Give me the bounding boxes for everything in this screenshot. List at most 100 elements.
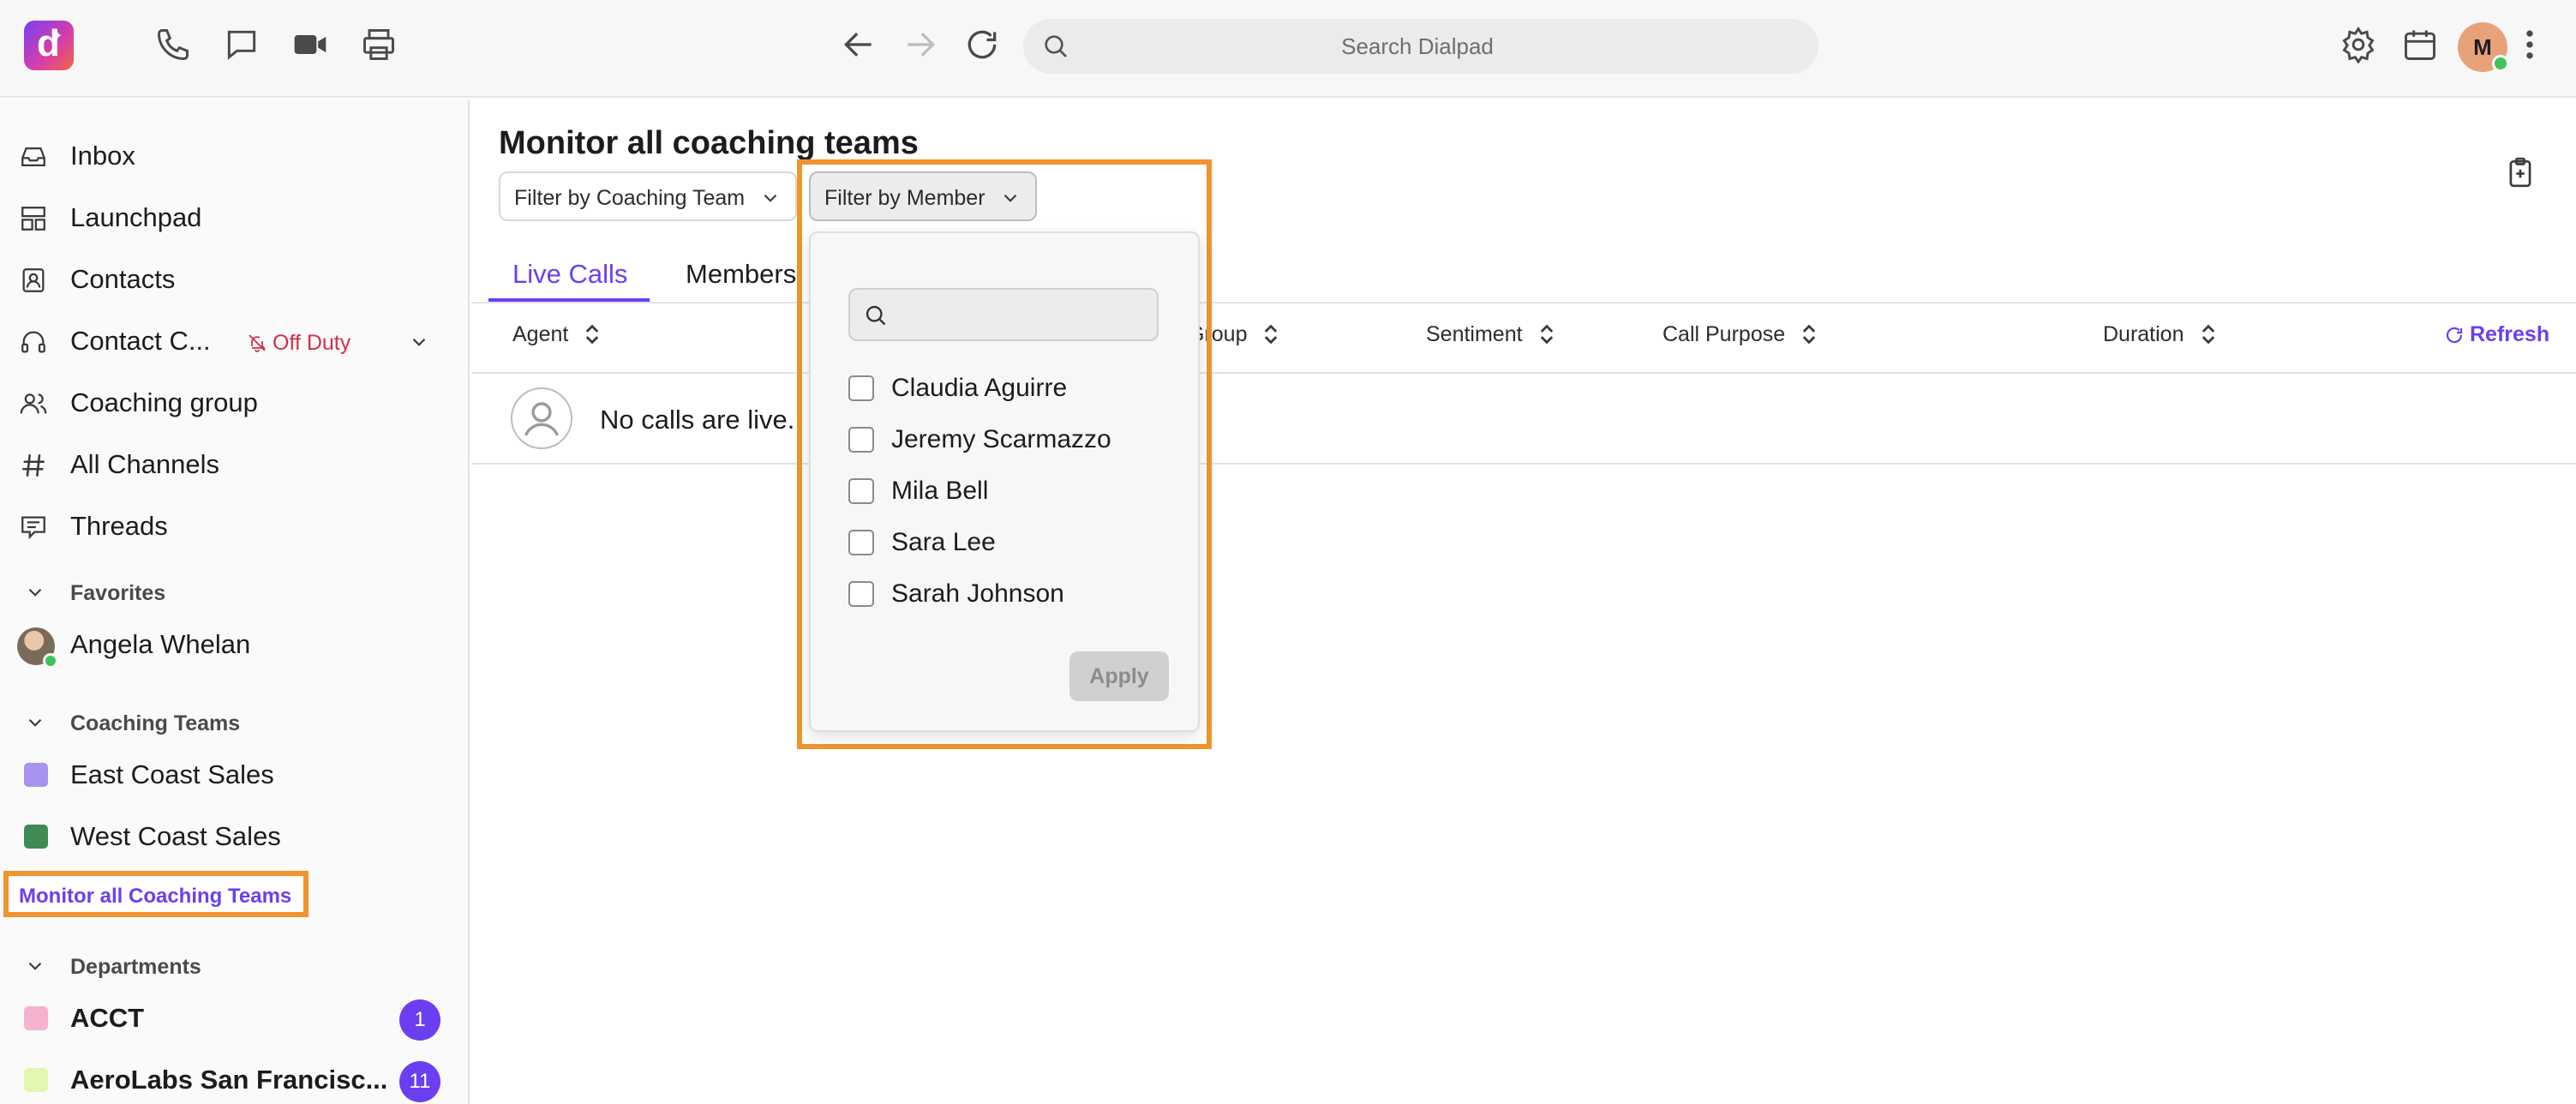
top-bar: d ✦ M: [0, 0, 2576, 98]
launchpad-icon: [19, 204, 48, 233]
member-checkbox[interactable]: [848, 530, 874, 555]
team-label: East Coast Sales: [70, 759, 274, 789]
inbox-icon: [19, 142, 48, 171]
member-checkbox[interactable]: [848, 375, 874, 401]
global-search[interactable]: [1023, 19, 1818, 74]
team-color-swatch: [24, 763, 48, 787]
chevron-down-icon: [24, 955, 46, 977]
off-duty-status[interactable]: Off Duty: [247, 331, 350, 356]
department-color-swatch: [24, 1006, 48, 1030]
sidebar-item-label: All Channels: [70, 449, 220, 479]
page-title: Monitor all coaching teams: [499, 125, 919, 161]
section-header-label: Coaching Teams: [70, 711, 241, 735]
headset-icon: [19, 327, 48, 357]
contacts-icon: [19, 266, 48, 295]
online-status-dot: [43, 653, 58, 669]
filter-by-coaching-team-button[interactable]: Filter by Coaching Team: [499, 171, 797, 221]
unread-count-badge: 1: [399, 999, 440, 1041]
monitor-all-coaching-teams-link[interactable]: Monitor all Coaching Teams: [3, 871, 309, 917]
apply-button[interactable]: Apply: [1069, 651, 1169, 701]
column-header-duration[interactable]: Duration: [2103, 322, 2217, 347]
chevron-down-icon: [759, 187, 782, 209]
column-header-label: Agent: [512, 322, 569, 346]
more-vertical-icon[interactable]: [2519, 26, 2540, 67]
empty-user-icon: [511, 387, 572, 449]
empty-state-message: No calls are live.: [600, 405, 795, 435]
member-option-claudia-aguirre[interactable]: Claudia Aguirre: [848, 365, 1157, 408]
favorite-item-angela-whelan[interactable]: Angela Whelan: [0, 617, 468, 672]
department-label: ACCT: [70, 1003, 145, 1033]
settings-gear-icon[interactable]: [2339, 26, 2381, 67]
video-icon[interactable]: [291, 26, 332, 67]
sidebar-item-launchpad[interactable]: Launchpad: [0, 190, 468, 245]
member-option-sara-lee[interactable]: Sara Lee: [848, 519, 1157, 562]
member-option-sarah-johnson[interactable]: Sarah Johnson: [848, 571, 1157, 614]
message-icon[interactable]: [223, 26, 264, 67]
column-header-label: Sentiment: [1426, 322, 1523, 346]
sidebar-item-label: Inbox: [70, 141, 135, 171]
member-name: Claudia Aguirre: [891, 374, 1068, 402]
member-option-mila-bell[interactable]: Mila Bell: [848, 468, 1157, 511]
refresh-button[interactable]: Refresh: [2444, 322, 2549, 347]
departments-section-header[interactable]: Departments: [0, 946, 468, 987]
back-arrow-icon[interactable]: [840, 26, 881, 67]
sidebar-item-inbox[interactable]: Inbox: [0, 129, 468, 183]
chevron-down-icon[interactable]: [408, 331, 430, 353]
department-acct[interactable]: ACCT 1: [0, 991, 468, 1046]
member-checkbox[interactable]: [848, 478, 874, 504]
online-status-dot: [2492, 55, 2509, 72]
sidebar-item-contacts[interactable]: Contacts: [0, 252, 468, 307]
column-header-call-purpose[interactable]: Call Purpose: [1662, 322, 1818, 347]
refresh-icon: [2446, 327, 2463, 344]
section-header-label: Favorites: [70, 581, 166, 605]
sidebar-item-coaching-group[interactable]: Coaching group: [0, 375, 468, 430]
tab-members[interactable]: Members: [677, 249, 814, 302]
member-checkbox[interactable]: [848, 427, 874, 453]
coaching-teams-section-header[interactable]: Coaching Teams: [0, 703, 468, 744]
member-name: Mila Bell: [891, 477, 989, 505]
search-input[interactable]: [1083, 19, 1752, 74]
favorite-label: Angela Whelan: [70, 629, 251, 659]
tab-label: Members: [686, 259, 797, 289]
dialpad-logo[interactable]: d ✦: [24, 21, 74, 70]
off-duty-label: Off Duty: [273, 331, 351, 355]
table-header-divider: [471, 372, 2576, 374]
calendar-icon[interactable]: [2401, 26, 2442, 67]
sidebar-item-all-channels[interactable]: All Channels: [0, 437, 468, 492]
coaching-team-east-coast-sales[interactable]: East Coast Sales: [0, 747, 468, 802]
phone-icon[interactable]: [154, 26, 195, 67]
member-option-jeremy-scarmazzo[interactable]: Jeremy Scarmazzo: [848, 417, 1157, 459]
member-name: Sara Lee: [891, 528, 996, 556]
forward-arrow-icon[interactable]: [902, 26, 943, 67]
print-icon[interactable]: [360, 26, 401, 67]
filter-button-label: Filter by Coaching Team: [514, 186, 746, 210]
bell-off-icon: [249, 334, 267, 352]
chevron-down-icon: [24, 711, 46, 734]
sort-icon: [2202, 324, 2214, 345]
column-header-sentiment[interactable]: Sentiment: [1426, 322, 1555, 347]
department-aerolabs[interactable]: AeroLabs San Francisc... 11: [0, 1053, 468, 1104]
favorites-section-header[interactable]: Favorites: [0, 573, 468, 614]
column-header-agent[interactable]: Agent: [512, 322, 601, 347]
sidebar-item-label: Launchpad: [70, 202, 202, 232]
member-search-input[interactable]: [898, 290, 1147, 339]
sort-icon: [1802, 324, 1816, 345]
sidebar-item-contact-center[interactable]: Contact C... Off Duty: [0, 314, 468, 369]
member-search-field[interactable]: [848, 288, 1159, 341]
tabs-divider: [471, 302, 2576, 303]
sort-icon: [586, 324, 599, 345]
member-checkbox[interactable]: [848, 581, 874, 607]
reload-icon[interactable]: [963, 26, 1004, 67]
chevron-down-icon: [24, 581, 46, 603]
member-filter-dropdown: Claudia Aguirre Jeremy Scarmazzo Mila Be…: [809, 231, 1200, 732]
avatar: [17, 627, 58, 669]
tab-live-calls[interactable]: Live Calls: [488, 249, 650, 302]
user-avatar[interactable]: M: [2458, 22, 2509, 72]
sort-icon: [1265, 324, 1278, 345]
sidebar-item-label: Contacts: [70, 264, 176, 294]
hash-icon: [19, 451, 48, 480]
sidebar-item-threads[interactable]: Threads: [0, 499, 468, 554]
clipboard-sparkle-icon[interactable]: [2504, 156, 2537, 189]
sidebar: Inbox Launchpad Contacts Contact C... Of…: [0, 99, 470, 1104]
coaching-team-west-coast-sales[interactable]: West Coast Sales: [0, 809, 468, 864]
